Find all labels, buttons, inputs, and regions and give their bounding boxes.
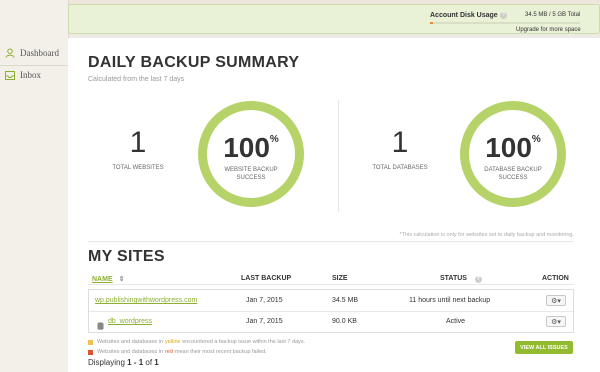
row-divider [89,311,573,312]
legend-yellow: Websites and databases in yellow encount… [88,339,305,345]
disk-usage-title: Account Disk Usage [430,12,498,19]
yellow-swatch [88,339,93,345]
total-websites-label: TOTAL WEBSITES [112,165,164,171]
total-databases-label: TOTAL DATABASES [372,165,428,171]
percent-symbol: % [531,134,541,145]
gear-icon[interactable]: ⚙▾ [546,316,566,327]
size-cell: 34.5 MB [332,297,359,304]
legend-word-red: red [164,349,173,355]
sidebar-item-dashboard[interactable]: Dashboard [0,42,68,64]
calculation-note: *This calculation is only for websites s… [399,232,574,238]
legend-red: Websites and databases in red mean their… [88,349,267,355]
red-swatch [88,349,93,355]
view-all-issues-button[interactable]: VIEW ALL ISSUES [515,341,573,354]
help-icon[interactable]: ? [500,12,507,19]
main-panel: DAILY BACKUP SUMMARY Calculated from the… [68,38,600,372]
database-backup-ring: 100% DATABASE BACKUP SUCCESS [460,101,566,207]
status-cell: Active [446,318,466,325]
column-header-name[interactable]: NAME ⇕ [92,275,124,283]
database-link[interactable]: db_wordpress [108,318,152,325]
pagination-text: Displaying 1 - 1 of 1 [88,358,159,367]
database-backup-percent: 100% [485,132,541,163]
disk-usage-progress [430,22,580,24]
column-header-action: ACTION [542,275,569,282]
last-backup-cell: Jan 7, 2015 [246,318,283,325]
sidebar-item-label: Inbox [20,70,41,80]
size-cell: 90.0 KB [332,318,357,325]
column-header-size: SIZE [332,275,348,282]
section-divider [88,241,574,242]
disk-usage-value: 34.5 MB / 5 GB Total [525,12,581,18]
page-title: DAILY BACKUP SUMMARY [88,54,300,71]
database-icon [97,317,104,335]
site-link[interactable]: wp.publishingwithwordpress.com [95,297,197,304]
website-backup-percent: 100% [223,132,279,163]
column-header-status: STATUS ? [440,275,482,283]
website-backup-label: WEBSITE BACKUP SUCCESS [224,167,278,181]
page-subtitle: Calculated from the last 7 days [88,76,185,83]
upgrade-link[interactable]: Upgrade for more space [516,27,581,33]
displaying-range: 1 - 1 [127,358,144,367]
sidebar-item-label: Dashboard [20,48,59,58]
last-backup-cell: Jan 7, 2015 [246,297,283,304]
total-websites-count: 1 [129,126,147,159]
legend-word-yellow: yellow [164,339,181,345]
disk-usage-fill [430,22,433,24]
displaying-total: 1 [154,358,159,367]
database-backup-label: DATABASE BACKUP SUCCESS [484,167,542,181]
sidebar-item-inbox[interactable]: Inbox [0,64,68,86]
status-cell: 11 hours until next backup [409,297,491,304]
column-header-last-backup: LAST BACKUP [241,275,292,282]
percent-symbol: % [269,134,279,145]
website-backup-ring: 100% WEBSITE BACKUP SUCCESS [198,101,304,207]
sites-table: wp.publishingwithwordpress.com Jan 7, 20… [88,289,574,333]
stats-divider [338,100,339,212]
my-sites-title: MY SITES [88,248,165,265]
help-icon[interactable]: ? [474,276,482,283]
sort-icon[interactable]: ⇕ [119,276,125,283]
user-icon [4,47,16,59]
header-divider [88,284,574,285]
gear-icon[interactable]: ⚙▾ [546,295,566,306]
total-databases-count: 1 [391,126,409,159]
inbox-icon [4,69,16,81]
sidebar: Dashboard Inbox [0,0,69,372]
